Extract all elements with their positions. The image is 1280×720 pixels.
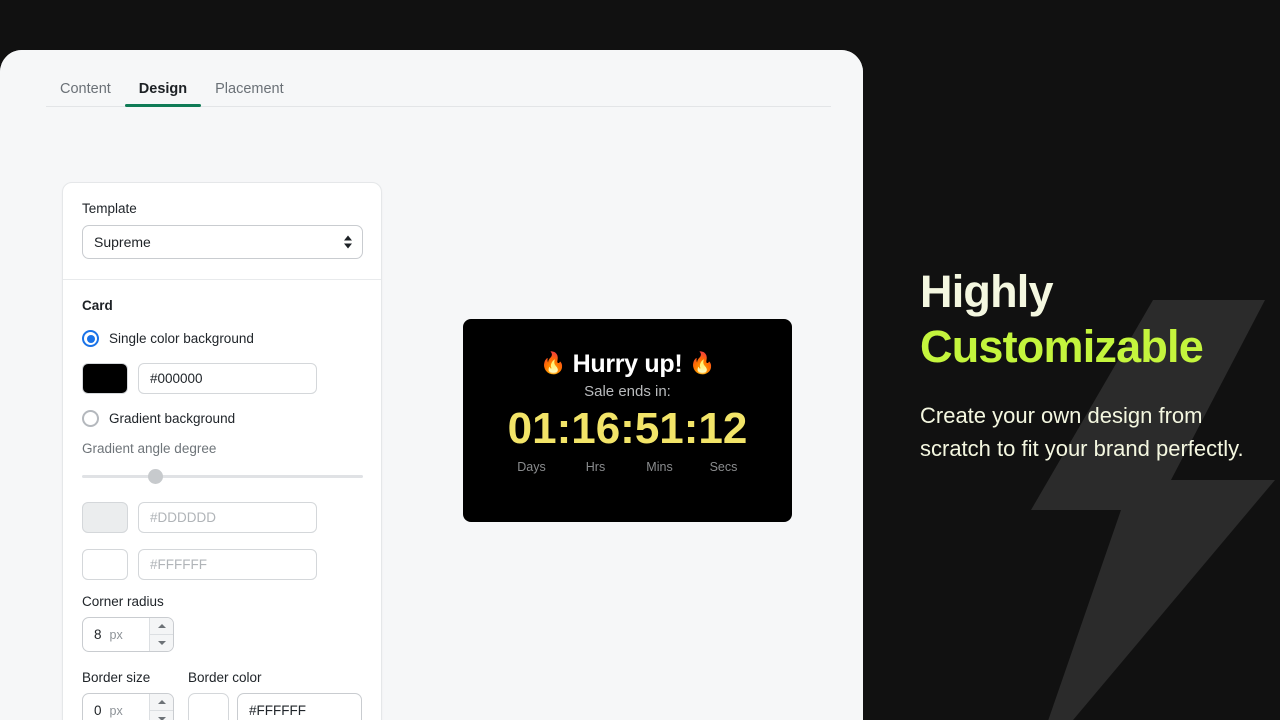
border-size-group: Border size 0 px (82, 670, 174, 720)
corner-radius-unit: px (109, 627, 123, 642)
gradient-color-2-input[interactable]: #FFFFFF (138, 549, 317, 580)
caret-down-icon (157, 641, 166, 645)
caret-up-icon (157, 624, 166, 628)
border-color-hex-input[interactable]: #FFFFFF (237, 693, 362, 720)
corner-radius-input[interactable]: 8 px (83, 618, 149, 651)
gradient-color-1-placeholder: #DDDDDD (150, 510, 217, 525)
card-section: Card Single color background #000000 Gra… (63, 280, 381, 720)
slider-thumb[interactable] (148, 469, 164, 484)
gradient-color-2-placeholder: #FFFFFF (150, 557, 207, 572)
fire-emoji-left-icon: 🔥 (540, 352, 566, 375)
template-select-value: Supreme (94, 234, 151, 250)
app-panel: Content Design Placement Template Suprem… (0, 50, 863, 720)
corner-radius-stepper-buttons (149, 618, 173, 651)
radio-gradient-label: Gradient background (109, 411, 236, 426)
countdown-unit-row: Days Hrs Mins Secs (463, 460, 792, 474)
countdown-preview-card: 🔥 Hurry up! 🔥 Sale ends in: 01:16:51:12 … (463, 319, 792, 522)
radio-icon-unchecked (82, 410, 99, 427)
screen-root: Content Design Placement Template Suprem… (0, 0, 1280, 720)
border-size-input[interactable]: 0 px (83, 694, 149, 720)
promo-title-line-1: Highly (920, 266, 1054, 317)
border-size-unit: px (109, 703, 123, 718)
radio-icon-checked (82, 330, 99, 347)
tab-design-label: Design (138, 80, 188, 97)
promo-title-line-2: Customizable (920, 320, 1204, 372)
single-color-row: #000000 (82, 363, 362, 394)
border-row: Border size 0 px Border color #FFFFFF (82, 670, 362, 720)
border-size-increment-button[interactable] (150, 694, 173, 710)
promo-body: Create your own design from scratch to f… (920, 402, 1244, 461)
border-color-hex-value: #FFFFFF (249, 703, 306, 718)
fire-emoji-right-icon: 🔥 (689, 352, 715, 375)
border-color-group: #FFFFFF (188, 693, 362, 720)
radio-single-color-label: Single color background (109, 331, 254, 346)
countdown-headline: 🔥 Hurry up! 🔥 (463, 350, 792, 379)
tab-content[interactable]: Content (46, 80, 125, 108)
radio-single-color-background[interactable]: Single color background (82, 330, 362, 347)
border-size-stepper-buttons (149, 694, 173, 720)
border-size-label: Border size (82, 670, 151, 685)
tab-placement[interactable]: Placement (201, 80, 298, 108)
border-size-value: 0 (94, 703, 102, 718)
settings-card: Template Supreme Card Single color backg… (62, 182, 382, 720)
caret-up-icon (157, 700, 166, 704)
countdown-unit-hrs: Hrs (585, 459, 606, 474)
promo-title: Highly Customizable (920, 265, 1250, 375)
template-section: Template Supreme (63, 183, 381, 279)
tab-design[interactable]: Design (124, 80, 202, 108)
promo-panel: Highly Customizable Create your own desi… (863, 0, 1280, 720)
corner-radius-value: 8 (94, 627, 102, 642)
border-color-group-wrap: Border color #FFFFFF (188, 670, 362, 720)
tab-bar: Content Design Placement (0, 50, 863, 107)
countdown-digits: 01:16:51:12 (507, 403, 748, 453)
gradient-color-2-swatch[interactable] (82, 549, 128, 580)
gradient-color-1-swatch[interactable] (82, 502, 128, 533)
corner-radius-label: Corner radius (82, 594, 164, 609)
border-color-label: Border color (188, 670, 262, 685)
tab-content-label: Content (60, 80, 111, 97)
gradient-color-1-input[interactable]: #DDDDDD (138, 502, 317, 533)
border-color-swatch[interactable] (188, 693, 229, 720)
tab-placement-label: Placement (215, 80, 284, 97)
card-section-title: Card (82, 298, 113, 313)
single-color-hex-input[interactable]: #000000 (138, 363, 317, 394)
corner-radius-stepper[interactable]: 8 px (82, 617, 174, 652)
border-size-decrement-button[interactable] (150, 710, 173, 720)
slider-track (82, 475, 363, 478)
countdown-unit-days: Days (517, 459, 546, 474)
corner-radius-increment-button[interactable] (150, 618, 173, 634)
single-color-hex-value: #000000 (150, 371, 203, 386)
countdown-preview-inner: 🔥 Hurry up! 🔥 Sale ends in: 01:16:51:12 … (463, 350, 792, 474)
countdown-unit-secs: Secs (709, 459, 738, 474)
single-color-swatch[interactable] (82, 363, 128, 394)
radio-gradient-background[interactable]: Gradient background (82, 410, 362, 427)
gradient-angle-label: Gradient angle degree (82, 441, 217, 456)
gradient-color-2-row: #FFFFFF (82, 549, 362, 580)
countdown-headline-text: Hurry up! (572, 350, 683, 378)
template-select[interactable]: Supreme (82, 225, 363, 259)
countdown-unit-mins: Mins (646, 459, 673, 474)
template-select-wrap: Supreme (82, 225, 363, 259)
promo-content: Highly Customizable Create your own desi… (920, 265, 1250, 465)
countdown-subheadline: Sale ends in: (584, 382, 671, 400)
gradient-color-1-row: #DDDDDD (82, 502, 362, 533)
template-label: Template (82, 201, 137, 216)
border-size-stepper[interactable]: 0 px (82, 693, 174, 720)
gradient-angle-slider[interactable] (82, 468, 363, 484)
corner-radius-decrement-button[interactable] (150, 634, 173, 651)
